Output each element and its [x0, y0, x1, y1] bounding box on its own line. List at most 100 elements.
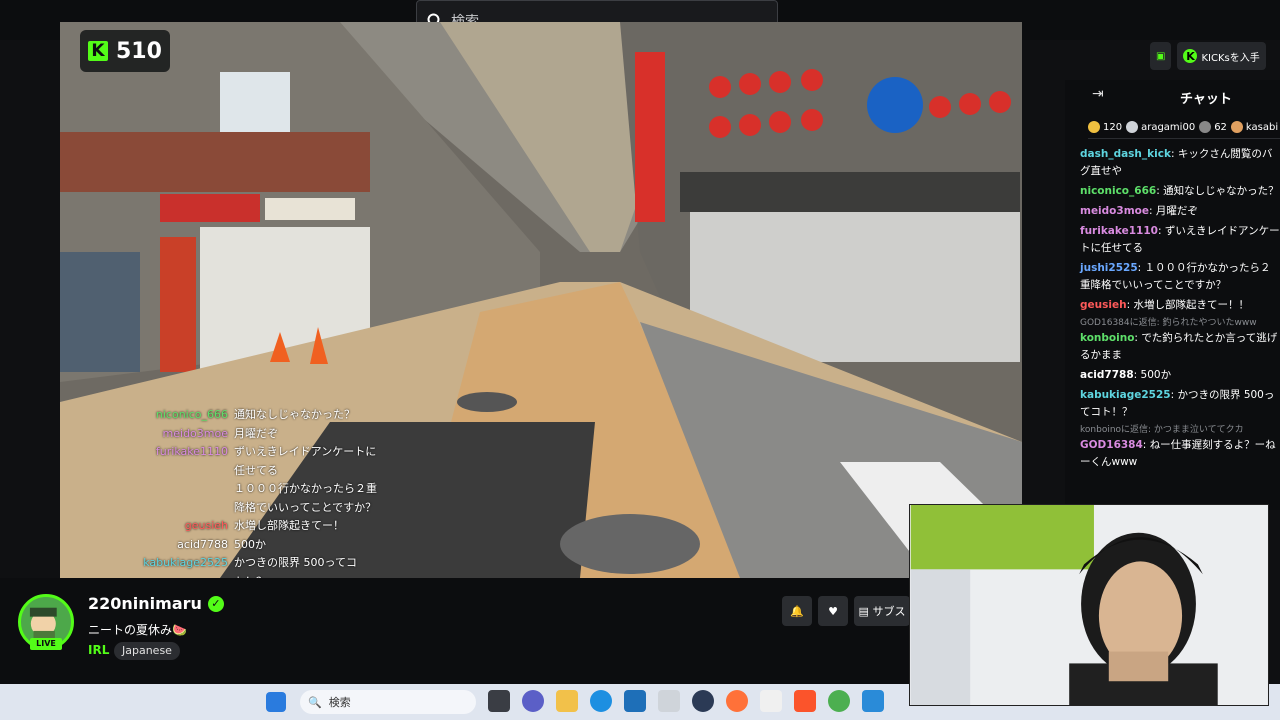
bell-icon: 🔔	[790, 604, 804, 618]
leaderboard-entry[interactable]: aragami00	[1126, 121, 1195, 133]
chat-username[interactable]: kabukiage2525	[1080, 389, 1171, 401]
overlay-chat-text: 月曜だぞ	[234, 426, 278, 440]
leaderboard-entry[interactable]: 62	[1199, 121, 1227, 133]
windows-start-icon[interactable]	[266, 692, 286, 712]
collapse-chat-icon[interactable]: ⇥	[1092, 86, 1104, 102]
leaderboard-rank-icon	[1230, 121, 1243, 133]
gift-box-icon: ▤	[858, 604, 869, 618]
leaderboard-rank-icon	[1126, 121, 1139, 133]
chat-header: ⇥ チャット	[1092, 86, 1280, 108]
app-icon[interactable]	[862, 690, 884, 712]
overlay-chat-line: １０００行かなかったら２重	[130, 480, 400, 499]
overlay-chat: niconico_666 通知なしじゃなかった？ meido3moe 月曜だぞ furi…	[130, 406, 400, 578]
heart-icon: ♥	[828, 604, 838, 618]
overlay-chat-line: 任せてる	[130, 462, 400, 481]
chat-username[interactable]: geusieh	[1080, 299, 1127, 311]
get-kicks-button[interactable]: K KICKsを入手	[1177, 42, 1266, 70]
leaderboard-label: kasabi	[1245, 121, 1279, 133]
gift-leaderboard: 120 aragami00 62 kasabi	[1088, 116, 1280, 139]
verified-icon: ✓	[207, 595, 224, 612]
webcam-image	[910, 505, 1268, 705]
chat-separator: :	[1157, 225, 1165, 237]
overlay-chat-text: ずいえきレイドアンケートに	[234, 445, 377, 458]
chat-username[interactable]: meido3moe	[1080, 205, 1149, 217]
overlay-chat-text: 任せてる	[234, 463, 278, 477]
overlay-chat-username	[130, 462, 234, 481]
overlay-chat-username	[130, 480, 234, 499]
edge-browser-icon[interactable]	[590, 690, 612, 712]
viewer-count: 510	[116, 38, 162, 64]
chat-message[interactable]: acid7788: 500か	[1080, 367, 1280, 384]
chat-username[interactable]: konboino	[1080, 332, 1134, 344]
top-right-actions: ▣ K KICKsを入手	[1150, 42, 1266, 70]
overlay-chat-username: furikake1110	[155, 445, 228, 458]
chat-message[interactable]: kabukiage2525: かつきの限界 500ってコト！？	[1080, 387, 1280, 421]
chat-app-icon[interactable]	[522, 690, 544, 712]
overlay-chat-line: acid7788 500か	[130, 536, 400, 555]
chat-message[interactable]: meido3moe: 月曜だぞ	[1080, 203, 1280, 220]
task-view-icon[interactable]	[488, 690, 510, 712]
chat-username[interactable]: furikake1110	[1080, 225, 1158, 237]
chat-message[interactable]: furikake1110: ずいえきレイドアンケートに任せてる	[1080, 223, 1280, 257]
subscribe-label: サブス	[872, 605, 906, 618]
overlay-chat-username	[130, 499, 234, 518]
file-explorer-icon[interactable]	[556, 690, 578, 712]
follow-button[interactable]: ♥	[818, 596, 848, 626]
category-link[interactable]: IRL	[88, 643, 109, 657]
chat-text: 500か	[1140, 369, 1172, 381]
chat-message[interactable]: konboinoに返信: かつまま泣いててクカ GOD16384: ねー仕事遅刻す…	[1080, 424, 1280, 471]
chat-username[interactable]: dash_dash_kick	[1080, 148, 1171, 160]
leaderboard-entry[interactable]: 120	[1088, 121, 1122, 133]
leaderboard-label: 62	[1214, 121, 1227, 133]
chat-separator: :	[1142, 439, 1150, 451]
chat-message[interactable]: geusieh: 水増し部隊起きてー！！	[1080, 297, 1280, 314]
kick-logo-icon: K	[88, 41, 108, 61]
leaderboard-label: 120	[1103, 121, 1123, 133]
channel-name[interactable]: 220ninimaru	[88, 594, 202, 613]
chat-separator: :	[1137, 262, 1145, 274]
chat-message[interactable]: niconico_666: 通知なしじゃなかった？	[1080, 183, 1280, 200]
chat-reply-context: GOD16384に返信: 釣られたやついたwww	[1080, 318, 1257, 328]
channel-name-row: 220ninimaru ✓	[88, 594, 224, 613]
notepad-icon[interactable]	[760, 690, 782, 712]
photoshop-icon[interactable]	[658, 690, 680, 712]
overlay-chat-text: 通知なしじゃなかった？	[234, 408, 355, 421]
viewer-count-badge: K 510	[80, 30, 170, 72]
dell-icon[interactable]	[692, 690, 714, 712]
chat-message[interactable]: dash_dash_kick: キックさん閲覧のバグ直せや	[1080, 146, 1280, 180]
monitor-screen: 検索	[0, 0, 1280, 720]
notification-button[interactable]: 🔔	[782, 596, 812, 626]
overlay-chat-username: kabukiage2525	[143, 556, 228, 569]
stream-video[interactable]: niconico_666 通知なしじゃなかった？ meido3moe 月曜だぞ furi…	[60, 22, 1022, 578]
chat-separator: :	[1148, 205, 1156, 217]
chat-separator: :	[1133, 369, 1141, 381]
overlay-chat-line: 降格でいいってことですか？	[130, 499, 400, 518]
taskbar-search-placeholder: 検索	[328, 696, 351, 709]
chat-username[interactable]: jushi2525	[1080, 262, 1138, 274]
gift-icon: ▣	[1156, 50, 1166, 62]
live-badge: LIVE	[30, 638, 62, 650]
gift-button[interactable]: ▣	[1150, 42, 1172, 70]
chat-username[interactable]: acid7788	[1080, 369, 1134, 381]
webcam-overlay	[909, 504, 1269, 706]
brave-icon[interactable]	[794, 690, 816, 712]
chrome-icon[interactable]	[828, 690, 850, 712]
store-icon[interactable]	[624, 690, 646, 712]
language-tag[interactable]: Japanese	[114, 642, 180, 660]
taskbar-search[interactable]: 🔍 検索	[300, 690, 476, 714]
leaderboard-rank-icon	[1199, 121, 1212, 133]
leaderboard-entry[interactable]: kasabi	[1230, 121, 1279, 133]
overlay-chat-line: geusieh 水増し部隊起きてー！	[130, 517, 400, 536]
chat-username[interactable]: GOD16384	[1080, 439, 1143, 451]
firefox-icon[interactable]	[726, 690, 748, 712]
leaderboard-label: aragami00	[1141, 121, 1196, 133]
chat-message[interactable]: GOD16384に返信: 釣られたやついたwww konboino: でた釣られた…	[1080, 317, 1280, 364]
chat-message[interactable]: jushi2525: １０００行かなかったら２重降格でいいってことですか？	[1080, 260, 1280, 294]
overlay-chat-text: 降格でいいってことですか？	[234, 500, 377, 514]
overlay-chat-text: 500か	[234, 537, 266, 551]
chat-username[interactable]: niconico_666	[1080, 185, 1156, 197]
overlay-chat-username: geusieh	[184, 519, 228, 532]
subscribe-button[interactable]: ▤ サブス	[854, 596, 910, 626]
chat-reply-context: konboinoに返信: かつまま泣いててクカ	[1080, 425, 1244, 435]
overlay-chat-username: meido3moe	[162, 426, 228, 440]
